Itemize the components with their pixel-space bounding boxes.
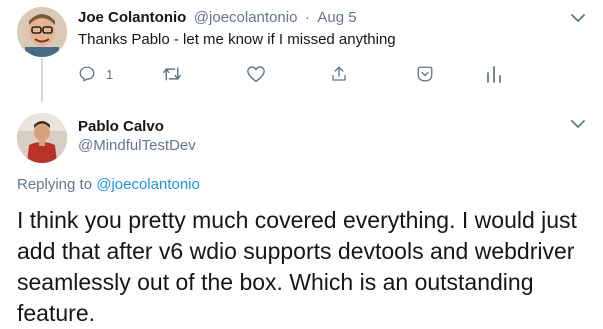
- avatar-image: [17, 7, 67, 57]
- retweet-button[interactable]: [162, 62, 182, 86]
- tweet2-handle[interactable]: @MindfulTestDev: [78, 137, 196, 154]
- handle[interactable]: @joecolantonio: [194, 9, 298, 26]
- replying-to-handle-link[interactable]: @joecolantonio: [96, 176, 200, 193]
- separator: ·: [304, 9, 310, 26]
- replying-to-label: Replying to: [17, 176, 93, 193]
- tweet1-action-bar: 1: [78, 62, 508, 86]
- tweet2-more-chevron-icon[interactable]: [568, 114, 588, 134]
- tweet2-display-name[interactable]: Pablo Calvo: [78, 118, 164, 135]
- analytics-icon: [487, 66, 501, 83]
- tweet2-text: I think you pretty much covered everythi…: [17, 207, 577, 326]
- tweet1-more-chevron-icon[interactable]: [568, 8, 588, 28]
- share-icon: [332, 66, 346, 81]
- tweet-date[interactable]: Aug 5: [317, 9, 356, 26]
- share-button[interactable]: [330, 62, 348, 86]
- avatar-joe-colantonio[interactable]: [17, 7, 67, 57]
- like-button[interactable]: [246, 62, 266, 86]
- avatar-pablo-calvo[interactable]: [17, 113, 67, 163]
- reply-button[interactable]: 1: [78, 62, 113, 86]
- reply-icon: [79, 66, 95, 82]
- thread-line: [41, 58, 43, 102]
- retweet-icon: [163, 67, 181, 81]
- heart-plus-icon: [417, 66, 433, 82]
- tweet1-text: Thanks Pablo - let me know if I missed a…: [78, 31, 396, 48]
- tip-button[interactable]: [416, 62, 434, 86]
- reply-count: 1: [106, 66, 114, 82]
- avatar-image: [17, 113, 67, 163]
- display-name[interactable]: Joe Colantonio: [78, 9, 186, 26]
- tweet1-header: Joe Colantonio @joecolantonio · Aug 5: [78, 9, 357, 27]
- like-icon: [247, 66, 265, 83]
- replying-to-line: Replying to @joecolantonio: [17, 176, 200, 193]
- analytics-button[interactable]: [486, 62, 502, 86]
